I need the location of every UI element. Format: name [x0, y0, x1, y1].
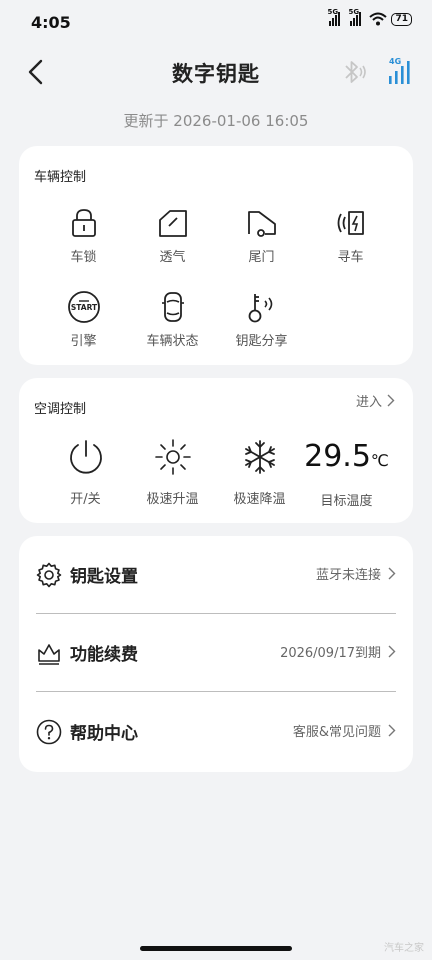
target-temperature[interactable]: 29.5℃ 目标温度 [302, 434, 391, 509]
ac-enter-link[interactable]: 进入 [356, 391, 395, 410]
watermark: 汽车之家 [384, 943, 424, 954]
find-car-label: 寻车 [337, 250, 364, 265]
key-settings-row[interactable]: 钥匙设置 蓝牙未连接 [36, 536, 396, 614]
chevron-right-icon [388, 567, 396, 580]
crown-icon [38, 644, 60, 665]
find-car-icon [337, 211, 364, 235]
title-bar: 数字钥匙 4G [0, 48, 432, 96]
vehicle-control-title: 车辆控制 [34, 170, 87, 185]
network-signal-icon[interactable]: 4G [386, 56, 414, 86]
settings-card: 钥匙设置 蓝牙未连接 功能续费 2026/09/17到期 帮助中心 客服&常见问… [19, 536, 413, 772]
battery-icon: 71 [391, 12, 412, 26]
fast-heat-label: 极速升温 [146, 492, 199, 507]
network-tag: 4G [389, 57, 401, 66]
signal-icon: 5G [327, 8, 341, 26]
lock-button[interactable]: 车锁 [39, 206, 128, 265]
gear-icon [36, 562, 62, 588]
divider [36, 691, 396, 692]
ac-power-button[interactable]: 开/关 [41, 438, 130, 507]
window-icon [158, 210, 187, 237]
engine-label: 引擎 [70, 334, 97, 349]
snowflake-icon [244, 440, 275, 474]
status-icons: 5G 5G 71 [327, 8, 412, 26]
chevron-right-icon [387, 394, 395, 407]
fast-heat-button[interactable]: 极速升温 [128, 438, 217, 507]
fast-cool-button[interactable]: 极速降温 [215, 438, 304, 507]
help-center-value: 客服&常见问题 [293, 721, 396, 740]
help-center-title: 帮助中心 [70, 724, 138, 744]
tailgate-label: 尾门 [248, 250, 275, 265]
status-time: 4:05 [31, 13, 71, 32]
engine-start-icon: START [67, 291, 100, 323]
help-icon [36, 719, 62, 745]
temp-unit: ℃ [370, 451, 389, 470]
temp-number: 29.5 [304, 439, 371, 474]
fast-cool-label: 极速降温 [233, 492, 286, 507]
svg-text:START: START [70, 303, 97, 312]
tailgate-button[interactable]: 尾门 [217, 206, 306, 265]
wifi-icon [369, 12, 388, 26]
chevron-right-icon [388, 645, 396, 658]
car-status-label: 车辆状态 [146, 334, 199, 349]
ac-power-label: 开/关 [70, 492, 101, 507]
key-share-label: 钥匙分享 [235, 334, 288, 349]
target-temp-value: 29.5℃ [302, 434, 391, 480]
bluetooth-status: 蓝牙未连接 [315, 568, 381, 583]
lock-label: 车锁 [70, 250, 97, 265]
chevron-right-icon [388, 724, 396, 737]
signal-icon: 5G [348, 8, 362, 26]
ac-enter-label: 进入 [355, 395, 382, 410]
home-indicator[interactable] [140, 946, 292, 951]
signal-tag: 5G [348, 8, 360, 16]
help-center-subtitle: 客服&常见问题 [292, 725, 381, 740]
renewal-value: 2026/09/17到期 [280, 642, 396, 661]
car-status-icon [161, 292, 184, 322]
renewal-title: 功能续费 [70, 645, 138, 665]
status-bar: 4:05 5G 5G 71 [0, 0, 432, 46]
update-time: 更新于 2026-01-06 16:05 [123, 112, 309, 130]
engine-start-button[interactable]: START 引擎 [39, 290, 128, 349]
ventilate-button[interactable]: 透气 [128, 206, 217, 265]
find-car-button[interactable]: 寻车 [306, 206, 395, 265]
expiry-date: 2026/09/17到期 [280, 646, 381, 661]
key-settings-title: 钥匙设置 [70, 567, 138, 587]
target-temp-label: 目标温度 [320, 494, 373, 509]
car-status-button[interactable]: 车辆状态 [128, 290, 217, 349]
key-settings-value: 蓝牙未连接 [316, 564, 396, 583]
power-icon [69, 440, 102, 474]
help-center-row[interactable]: 帮助中心 客服&常见问题 [36, 693, 396, 771]
sun-icon [154, 439, 191, 475]
tailgate-icon [247, 211, 276, 237]
bluetooth-icon[interactable] [340, 58, 368, 86]
renewal-row[interactable]: 功能续费 2026/09/17到期 [36, 614, 396, 692]
ac-control-title: 空调控制 [34, 402, 87, 417]
ventilate-label: 透气 [159, 250, 186, 265]
ac-control-card: 空调控制 进入 开/关 极速升温 极速降温 29.5℃ 目标温度 [19, 378, 413, 523]
vehicle-control-card: 车辆控制 车锁 透气 尾门 寻车 START 引擎 车辆状态 钥匙分享 [19, 146, 413, 365]
key-share-button[interactable]: 钥匙分享 [217, 290, 306, 349]
signal-tag: 5G [327, 8, 339, 16]
lock-icon [71, 209, 96, 237]
key-share-icon [248, 294, 272, 323]
